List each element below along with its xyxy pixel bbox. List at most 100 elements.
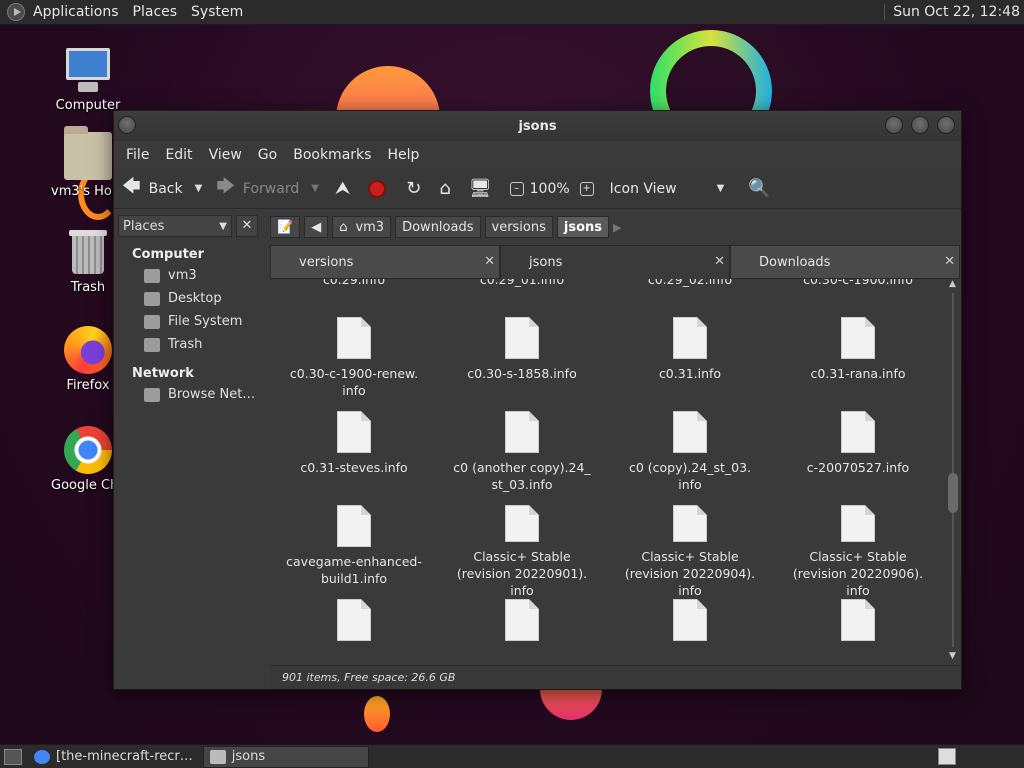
file-item[interactable]: c0 (another copy).24_ st_03.info xyxy=(438,411,606,505)
menu-bookmarks[interactable]: Bookmarks xyxy=(285,147,379,163)
menu-file[interactable]: File xyxy=(118,147,157,163)
file-item[interactable] xyxy=(438,599,606,661)
sidebar-item-filesystem[interactable]: File System xyxy=(118,310,264,333)
computer-icon xyxy=(64,46,112,94)
chevron-down-icon[interactable]: ▼ xyxy=(195,183,203,194)
path-segment-downloads[interactable]: Downloads xyxy=(395,216,481,238)
distro-logo-icon[interactable] xyxy=(7,3,25,21)
close-icon[interactable]: ✕ xyxy=(714,254,725,269)
sidebar-item-browse-network[interactable]: Browse Net… xyxy=(118,383,264,406)
forward-button[interactable]: 🡆 Forward ▼ xyxy=(216,174,319,204)
home-button[interactable]: ⌂ xyxy=(439,178,458,199)
folder-icon xyxy=(209,749,226,764)
close-icon[interactable]: ✕ xyxy=(944,254,955,269)
sidebar-item-trash[interactable]: Trash xyxy=(118,333,264,356)
file-item[interactable]: c0.29_02.info xyxy=(606,279,774,317)
file-item[interactable]: c0.31-rana.info xyxy=(774,317,942,411)
file-item[interactable]: c0 (copy).24_st_03. info xyxy=(606,411,774,505)
reload-icon: ↻ xyxy=(406,178,422,199)
scroll-up-icon[interactable]: ▲ xyxy=(949,279,956,289)
back-label: Back xyxy=(148,180,183,197)
file-item[interactable]: Classic+ Stable (revision 20220904). inf… xyxy=(606,505,774,599)
tab-versions[interactable]: versions ✕ xyxy=(270,245,500,279)
text-file-icon xyxy=(337,317,371,359)
path-segment-vm3[interactable]: ⌂ vm3 xyxy=(332,216,392,238)
menu-edit[interactable]: Edit xyxy=(157,147,200,163)
menu-help[interactable]: Help xyxy=(379,147,427,163)
show-desktop-icon[interactable] xyxy=(4,748,22,765)
file-item[interactable] xyxy=(606,599,774,661)
file-item[interactable]: c0.31.info xyxy=(606,317,774,411)
search-button[interactable]: 🔍 xyxy=(748,178,778,199)
back-button[interactable]: 🡄 Back ▼ xyxy=(122,174,202,204)
tab-downloads[interactable]: Downloads ✕ xyxy=(730,245,960,279)
file-item[interactable]: c-20070527.info xyxy=(774,411,942,505)
file-item[interactable]: cavegame-enhanced- build1.info xyxy=(270,505,438,599)
workspace-switcher[interactable] xyxy=(938,748,956,765)
taskbar-item-jsons[interactable]: jsons xyxy=(202,745,369,768)
sidebar-item-vm3[interactable]: vm3 xyxy=(118,264,264,287)
taskbar-item-chrome[interactable]: [the-minecraft-recr… xyxy=(28,746,199,768)
file-item[interactable] xyxy=(270,599,438,661)
desktop-icon-computer[interactable]: Computer xyxy=(40,46,136,113)
file-item[interactable]: c0.30-c-1900-renew. info xyxy=(270,317,438,411)
file-item[interactable]: c0.30-s-1858.info xyxy=(438,317,606,411)
computer-button[interactable]: 🖥 xyxy=(469,178,500,199)
reload-button[interactable]: ↻ xyxy=(406,178,429,199)
file-item[interactable]: Classic+ Stable (revision 20220901). inf… xyxy=(438,505,606,599)
forward-arrow-icon: 🡆 xyxy=(216,175,235,197)
file-view[interactable]: c0.29.info c0.29_01.info c0.29_02.info c0.3… xyxy=(270,279,942,661)
file-name: c0.30-s-1858.info xyxy=(467,366,577,381)
clock[interactable]: Sun Oct 22, 12:48 xyxy=(884,4,1020,20)
file-item[interactable]: Classic+ Stable (revision 20220906). inf… xyxy=(774,505,942,599)
zoom-in-icon[interactable]: + xyxy=(579,181,594,196)
maximize-button[interactable] xyxy=(911,116,929,134)
scroll-down-icon[interactable]: ▼ xyxy=(949,651,956,661)
tab-jsons[interactable]: jsons ✕ xyxy=(500,245,730,279)
minimize-button[interactable] xyxy=(885,116,903,134)
window-menu-button[interactable] xyxy=(118,116,136,134)
menu-places[interactable]: Places xyxy=(131,4,186,20)
close-icon[interactable]: ✕ xyxy=(484,254,495,269)
up-button[interactable]: ⮝ xyxy=(335,178,358,199)
file-name: Classic+ Stable (revision 20220906). inf… xyxy=(792,549,924,598)
chevron-right-icon[interactable]: ▶ xyxy=(613,221,621,234)
file-item[interactable]: c0.30-c-1900.info xyxy=(774,279,942,317)
window-titlebar[interactable]: jsons xyxy=(114,111,961,141)
text-file-icon xyxy=(673,599,707,641)
search-icon: 🔍 xyxy=(748,178,771,199)
file-item[interactable]: c0.29_01.info xyxy=(438,279,606,317)
file-item[interactable]: c0.29.info xyxy=(270,279,438,317)
path-left-arrow[interactable]: ◀ xyxy=(304,216,329,238)
menu-go[interactable]: Go xyxy=(250,147,285,163)
file-name: c0.29_01.info xyxy=(479,279,565,287)
path-segment-jsons[interactable]: jsons xyxy=(556,216,610,238)
menu-system[interactable]: System xyxy=(189,4,251,20)
chevron-down-icon: ▼ xyxy=(219,220,227,232)
text-file-icon xyxy=(505,411,539,453)
sidebar-type-select[interactable]: Places ▼ xyxy=(118,215,232,237)
text-file-icon xyxy=(505,505,539,542)
scroll-thumb[interactable] xyxy=(948,473,958,513)
sidebar-item-desktop[interactable]: Desktop xyxy=(118,287,264,310)
location-edit-button[interactable]: 📝 xyxy=(270,216,301,238)
vertical-scrollbar[interactable]: ▲ ▼ xyxy=(946,279,960,661)
sidebar-item-label: Desktop xyxy=(168,291,222,306)
file-item[interactable]: c0.31-steves.info xyxy=(270,411,438,505)
sidebar-close-icon[interactable]: ✕ xyxy=(236,215,258,237)
chevron-down-icon[interactable]: ▼ xyxy=(311,183,319,194)
close-button[interactable] xyxy=(937,116,955,134)
sidebar-section-network: Network xyxy=(132,366,194,381)
file-item[interactable] xyxy=(774,599,942,661)
zoom-out-icon[interactable]: – xyxy=(509,181,524,196)
stop-button[interactable] xyxy=(368,179,387,198)
menu-applications[interactable]: Applications xyxy=(31,4,127,20)
menu-view[interactable]: View xyxy=(201,147,250,163)
view-mode-select[interactable]: Icon View ▼ xyxy=(610,181,725,197)
network-icon xyxy=(144,387,160,402)
window-title: jsons xyxy=(518,118,557,134)
toolbar: 🡄 Back ▼ 🡆 Forward ▼ ⮝ ↻ ⌂ 🖥 – 100% + Ic… xyxy=(114,169,961,209)
menubar: File Edit View Go Bookmarks Help xyxy=(114,141,961,169)
tab-label: jsons xyxy=(529,254,563,270)
path-segment-versions[interactable]: versions xyxy=(484,216,553,238)
